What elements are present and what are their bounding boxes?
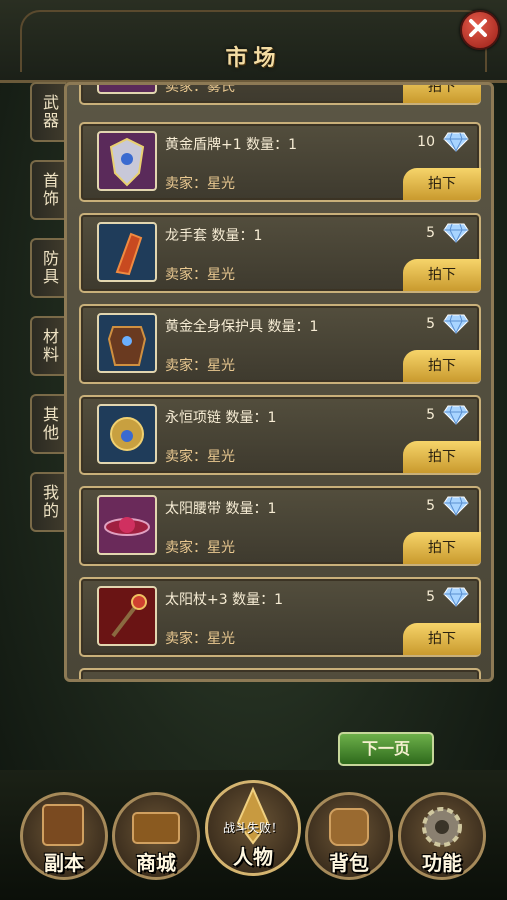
diamond-icon bbox=[443, 587, 469, 607]
price: 5 bbox=[426, 407, 435, 423]
tab-label: 武器 bbox=[40, 94, 59, 130]
item-name: 黄金全身保护具 数量：1 bbox=[165, 319, 319, 335]
nav-label: 商城 bbox=[136, 851, 176, 875]
nav-dungeon[interactable]: 副本 bbox=[20, 792, 108, 880]
item-name: 太阳腰带 数量：1 bbox=[165, 501, 277, 517]
diamond-icon bbox=[443, 496, 469, 516]
price: 5 bbox=[426, 498, 435, 514]
eternal-necklace-icon bbox=[97, 404, 157, 464]
bid-button[interactable]: 拍下 bbox=[403, 532, 481, 564]
bid-button[interactable]: 拍下 bbox=[403, 441, 481, 473]
seller-text: 卖家：雾氏 bbox=[165, 82, 235, 95]
tab-label: 材料 bbox=[40, 328, 59, 364]
sun-belt-icon bbox=[97, 495, 157, 555]
bid-button[interactable]: 拍下 bbox=[403, 350, 481, 382]
bid-button[interactable]: 拍下 bbox=[403, 85, 481, 103]
seller-text: 卖家：星光 bbox=[165, 449, 235, 465]
item-name: 黄金盾牌+1 数量：1 bbox=[165, 137, 297, 153]
price: 10 bbox=[417, 134, 435, 150]
item-name: 永恒项链 数量：1 bbox=[165, 410, 277, 426]
golden-shield-icon bbox=[97, 131, 157, 191]
diamond-icon bbox=[443, 405, 469, 425]
bottom-nav: 副本 商城 战斗失败！ 人物 背包 功能 bbox=[0, 770, 507, 900]
item-icon bbox=[97, 85, 157, 94]
listing-card: 太阳腰带 数量：1 卖家：星光 5 拍下 bbox=[79, 486, 481, 566]
listing-card: 太阳杖+3 数量：1 卖家：星光 5 拍下 bbox=[79, 577, 481, 657]
seller-text: 卖家：星光 bbox=[165, 540, 235, 556]
listing-card-partial bbox=[79, 668, 481, 679]
item-name: 龙手套 数量：1 bbox=[165, 228, 263, 244]
nav-label: 功能 bbox=[422, 851, 462, 875]
bid-button[interactable]: 拍下 bbox=[403, 259, 481, 291]
listing-card: 黄金全身保护具 数量：1 卖家：星光 5 拍下 bbox=[79, 304, 481, 384]
seller-text: 卖家：星光 bbox=[165, 358, 235, 374]
listing-card: 龙手套 数量：1 卖家：星光 5 拍下 bbox=[79, 213, 481, 293]
tab-other[interactable]: 其他 bbox=[30, 394, 66, 454]
nav-backpack[interactable]: 背包 bbox=[305, 792, 393, 880]
close-button[interactable] bbox=[460, 10, 500, 50]
item-name: 太阳杖+3 数量：1 bbox=[165, 592, 283, 608]
listing-card: 永恒项链 数量：1 卖家：星光 5 拍下 bbox=[79, 395, 481, 475]
battle-status: 战斗失败！ bbox=[222, 821, 283, 835]
close-icon bbox=[469, 19, 487, 37]
price: 5 bbox=[426, 225, 435, 241]
tab-mine[interactable]: 我的 bbox=[30, 472, 66, 532]
nav-shop[interactable]: 商城 bbox=[112, 792, 200, 880]
golden-armor-icon bbox=[97, 313, 157, 373]
next-page-button[interactable]: 下一页 bbox=[338, 732, 434, 766]
diamond-icon bbox=[443, 132, 469, 152]
tab-materials[interactable]: 材料 bbox=[30, 316, 66, 376]
seller-text: 卖家：星光 bbox=[165, 267, 235, 283]
seller-text: 卖家：星光 bbox=[165, 176, 235, 192]
tab-label: 首饰 bbox=[40, 172, 59, 208]
price: 5 bbox=[426, 589, 435, 605]
tab-jewelry[interactable]: 首饰 bbox=[30, 160, 66, 220]
tab-label: 其他 bbox=[40, 406, 59, 442]
tab-weapons[interactable]: 武器 bbox=[30, 82, 66, 142]
nav-functions[interactable]: 功能 bbox=[398, 792, 486, 880]
bid-button[interactable]: 拍下 bbox=[403, 168, 481, 200]
nav-label: 背包 bbox=[329, 851, 369, 875]
seller-text: 卖家：星光 bbox=[165, 631, 235, 647]
nav-label: 副本 bbox=[44, 851, 84, 875]
price: 5 bbox=[426, 316, 435, 332]
sun-staff-icon bbox=[97, 586, 157, 646]
page-title: 市场 bbox=[225, 46, 282, 71]
bid-button[interactable]: 拍下 bbox=[403, 623, 481, 655]
tab-label: 防具 bbox=[40, 250, 59, 286]
listing-card-partial: 卖家：雾氏 拍下 bbox=[79, 82, 481, 105]
tab-label: 我的 bbox=[40, 484, 59, 520]
diamond-icon bbox=[443, 314, 469, 334]
listing-panel[interactable]: 卖家：雾氏 拍下 黄金盾牌+1 数量：1 卖家：星光 10 拍下 龙手套 数量：… bbox=[64, 82, 494, 682]
dragon-gauntlet-icon bbox=[97, 222, 157, 282]
tab-armor[interactable]: 防具 bbox=[30, 238, 66, 298]
listing-card: 黄金盾牌+1 数量：1 卖家：星光 10 拍下 bbox=[79, 122, 481, 202]
nav-label: 人物 bbox=[233, 845, 273, 869]
diamond-icon bbox=[443, 223, 469, 243]
nav-character[interactable]: 战斗失败！ 人物 bbox=[205, 780, 301, 876]
